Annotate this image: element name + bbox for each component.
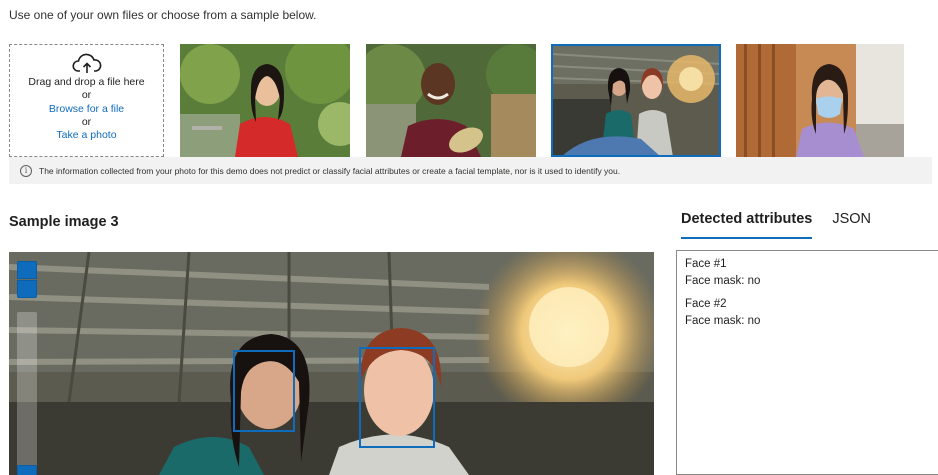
- face-title: Face #2: [685, 298, 727, 310]
- zoom-slider-handle[interactable]: [17, 465, 37, 475]
- info-icon: i: [20, 164, 32, 177]
- results-tabs: Detected attributes JSON: [681, 211, 891, 239]
- sample-thumbnail-3[interactable]: [551, 44, 721, 157]
- privacy-notice-text: The information collected from your phot…: [39, 165, 621, 176]
- face-result: Face #2 Face mask: no: [685, 296, 930, 330]
- sample-image-2: [366, 44, 536, 157]
- selected-sample-title: Sample image 3: [9, 214, 119, 230]
- browse-file-link[interactable]: Browse for a file: [10, 103, 163, 116]
- drag-drop-label: Drag and drop a file here: [28, 76, 145, 88]
- zoom-out-button[interactable]: [17, 280, 37, 298]
- tab-detected-attributes[interactable]: Detected attributes: [681, 211, 813, 239]
- face-title: Face #1: [685, 258, 727, 270]
- take-photo-link[interactable]: Take a photo: [10, 129, 163, 142]
- intro-text: Use one of your own files or choose from…: [9, 8, 317, 22]
- face-mask-value: Face mask: no: [685, 275, 761, 287]
- zoom-in-button[interactable]: [17, 261, 37, 279]
- sample-thumbnail-1[interactable]: [180, 44, 350, 157]
- or-label: or: [81, 115, 92, 128]
- or-label: or: [81, 89, 92, 102]
- results-panel: Face #1 Face mask: no Face #2 Face mask:…: [676, 250, 938, 475]
- privacy-notice: i The information collected from your ph…: [9, 157, 932, 184]
- sample-thumbnail-2[interactable]: [366, 44, 536, 157]
- sample-image-1: [180, 44, 350, 157]
- sample-thumbnail-4[interactable]: [736, 44, 904, 157]
- face-result: Face #1 Face mask: no: [685, 256, 930, 290]
- selected-sample-image: [9, 252, 654, 475]
- sample-image-4: [736, 44, 904, 157]
- sample-image-3: [551, 44, 721, 157]
- image-viewer[interactable]: [9, 252, 654, 475]
- face-mask-value: Face mask: no: [685, 315, 761, 327]
- cloud-upload-icon: [71, 53, 101, 73]
- tab-json[interactable]: JSON: [832, 211, 871, 239]
- upload-dropzone[interactable]: Drag and drop a file here or Browse for …: [9, 44, 164, 157]
- zoom-track[interactable]: [17, 312, 37, 475]
